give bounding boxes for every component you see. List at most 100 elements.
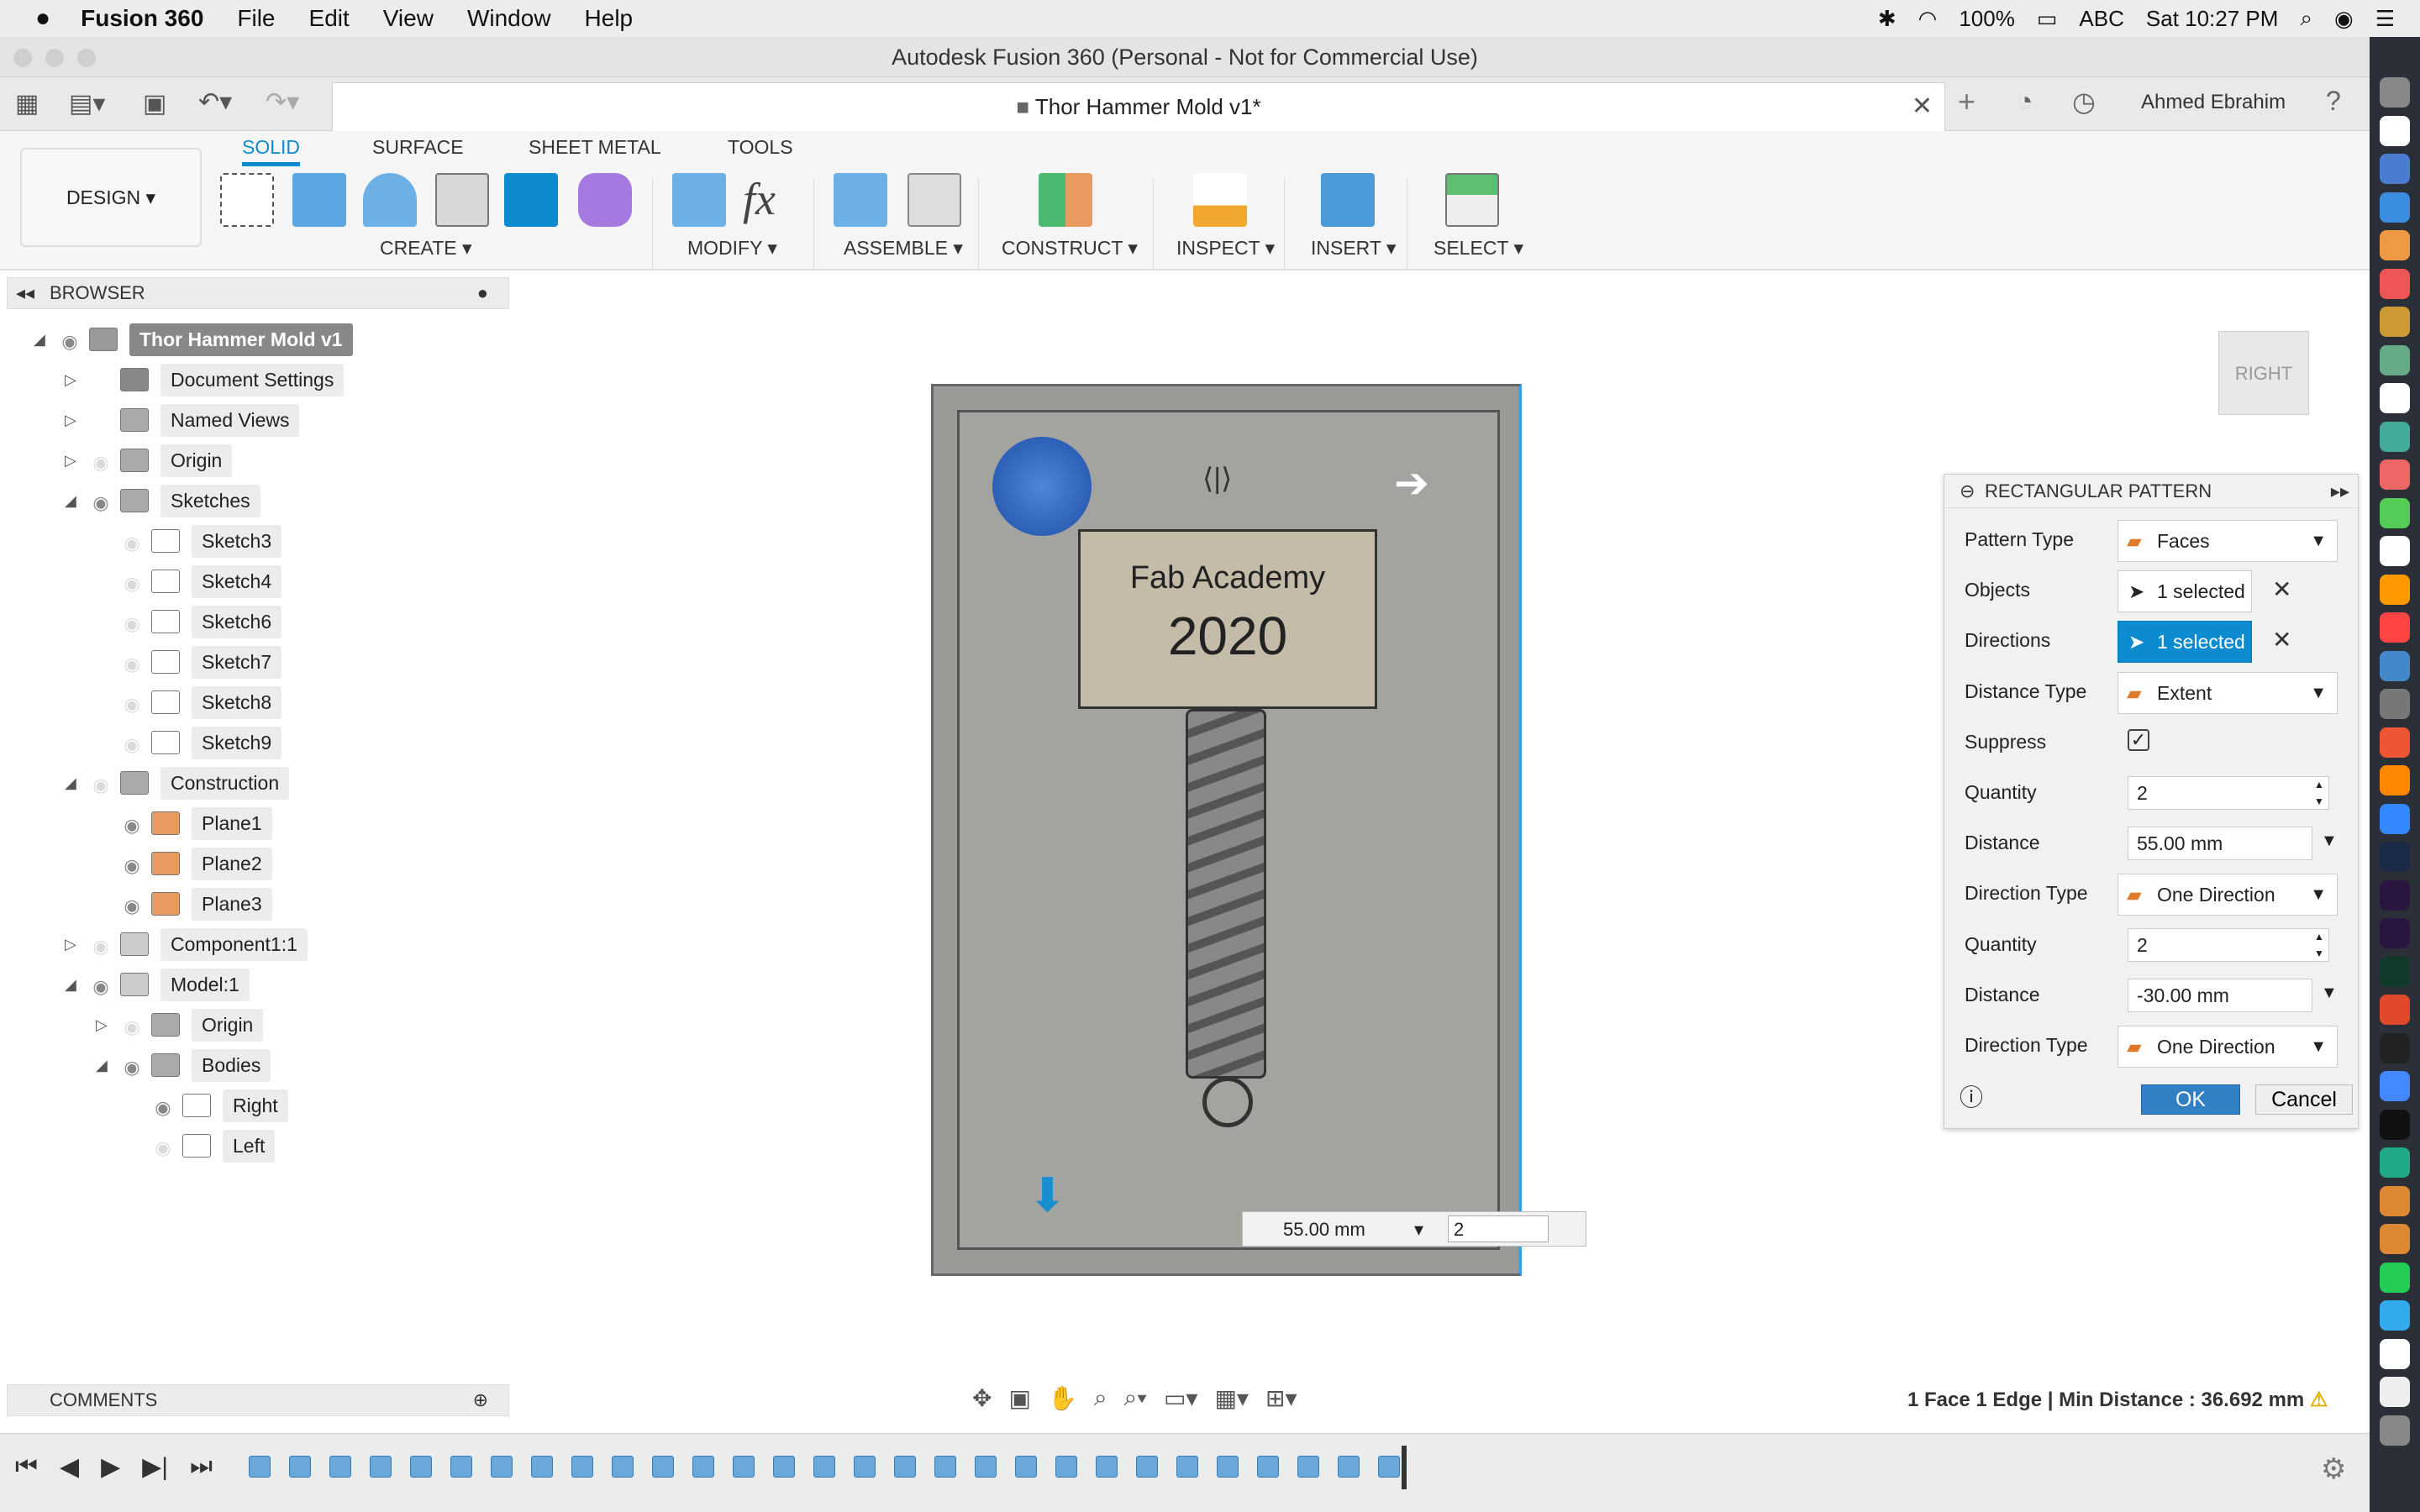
visibility-eye-icon[interactable]: ◉ <box>119 613 145 634</box>
menu-window[interactable]: Window <box>467 5 551 32</box>
visibility-eye-icon[interactable]: ◉ <box>119 694 145 715</box>
visibility-eye-icon[interactable]: ◉ <box>88 492 113 513</box>
dock-app-icon[interactable] <box>2380 1300 2410 1331</box>
expand-toggle-icon[interactable]: ▷ <box>65 936 82 953</box>
dock-app-icon[interactable] <box>2380 727 2410 758</box>
timeline-feature-icon[interactable] <box>894 1456 916 1478</box>
dock-app-icon[interactable] <box>2380 1032 2410 1063</box>
menu-help[interactable]: Help <box>585 5 634 32</box>
dock-app-icon[interactable] <box>2380 1147 2410 1178</box>
group-select[interactable]: SELECT ▾ <box>1434 237 1523 260</box>
browser-item[interactable]: ◉ Right <box>127 1089 288 1122</box>
file-menu-icon[interactable]: ▤▾ <box>69 89 105 118</box>
timeline-feature-icon[interactable] <box>1257 1456 1279 1478</box>
visibility-eye-icon[interactable]: ◉ <box>119 1016 145 1037</box>
dock-app-icon[interactable] <box>2380 497 2410 528</box>
timeline-feature-icon[interactable] <box>1378 1456 1400 1478</box>
step-forward-icon[interactable]: ▶| <box>142 1452 168 1482</box>
dock-app-icon[interactable] <box>2380 459 2410 490</box>
dock-app-icon[interactable] <box>2380 1185 2410 1216</box>
visibility-eye-icon[interactable]: ◉ <box>119 815 145 836</box>
timeline-feature-icon[interactable] <box>1338 1456 1360 1478</box>
revolve-icon[interactable] <box>363 173 417 227</box>
new-tab-icon[interactable]: + <box>1958 84 1975 119</box>
dock-app-icon[interactable] <box>2380 918 2410 948</box>
expand-toggle-icon[interactable]: ◢ <box>65 976 82 994</box>
bluetooth-icon[interactable]: ✱ <box>1878 6 1897 32</box>
dock-app-icon[interactable] <box>2380 1338 2410 1369</box>
minimize-window-button[interactable] <box>45 49 64 67</box>
dock-app-icon[interactable] <box>2380 1262 2410 1293</box>
save-icon[interactable]: ▣ <box>143 89 166 118</box>
field-dropdown[interactable]: ▰ One Direction ▼ <box>2118 874 2338 916</box>
visibility-eye-icon[interactable]: ◉ <box>88 774 113 795</box>
browser-item[interactable]: ◉ Sketch9 <box>96 726 282 759</box>
dock-app-icon[interactable] <box>2380 307 2410 337</box>
cancel-button[interactable]: Cancel <box>2255 1084 2353 1115</box>
offset-plane-icon[interactable] <box>1039 173 1092 227</box>
group-create[interactable]: CREATE ▾ <box>380 237 472 260</box>
visibility-eye-icon[interactable]: ◉ <box>88 976 113 997</box>
info-icon[interactable]: ⓘ <box>1960 1079 1983 1113</box>
tab-solid[interactable]: SOLID <box>242 136 301 166</box>
selection-field[interactable]: ➤ 1 selected <box>2118 621 2252 664</box>
dock-app-icon[interactable] <box>2380 1415 2410 1446</box>
clear-selection-icon[interactable]: ✕ <box>2272 575 2291 603</box>
apps-grid-icon[interactable]: ▦ <box>15 89 39 118</box>
timeline-feature-icon[interactable] <box>692 1456 714 1478</box>
field-dropdown[interactable]: ▰ Extent ▼ <box>2118 671 2338 714</box>
visibility-eye-icon[interactable]: ◉ <box>119 895 145 916</box>
ok-button[interactable]: OK <box>2141 1084 2240 1115</box>
visibility-eye-icon[interactable]: ◉ <box>150 1137 176 1158</box>
spinner-arrows-icon[interactable]: ▲ ▼ <box>2314 928 2324 962</box>
dock-app-icon[interactable] <box>2380 765 2410 795</box>
expand-toggle-icon[interactable]: ◢ <box>65 492 82 510</box>
tab-sheet-metal[interactable]: SHEET METAL <box>529 136 661 159</box>
joint-icon[interactable] <box>908 173 961 227</box>
dock-app-icon[interactable] <box>2380 689 2410 719</box>
group-modify[interactable]: MODIFY ▾ <box>687 237 777 260</box>
quantity-input[interactable]: 2 <box>2128 776 2329 810</box>
siri-icon[interactable]: ◉ <box>2334 6 2354 32</box>
press-pull-icon[interactable] <box>672 173 726 227</box>
pan-icon[interactable]: ✋ <box>1048 1384 1077 1415</box>
redo-icon[interactable]: ↷▾ <box>266 87 299 117</box>
document-tab[interactable]: ■ Thor Hammer Mold v1* ✕ <box>332 82 1945 131</box>
browser-item[interactable]: ◉ Sketch6 <box>96 605 282 638</box>
browser-item[interactable]: ◢ ◉ Construction <box>65 766 290 800</box>
timeline-feature-icon[interactable] <box>733 1456 755 1478</box>
browser-item[interactable]: ◉ Sketch4 <box>96 564 282 598</box>
browser-item[interactable]: ◉ Plane2 <box>96 847 272 880</box>
warning-icon[interactable]: ⚠ <box>2310 1389 2328 1411</box>
insert-image-icon[interactable] <box>1321 173 1375 227</box>
browser-item[interactable]: ▷ Document Settings <box>65 363 345 396</box>
visibility-eye-icon[interactable]: ◉ <box>119 1057 145 1078</box>
browser-item[interactable]: ▷ Named Views <box>65 403 300 437</box>
timeline-feature-icon[interactable] <box>329 1456 351 1478</box>
close-window-button[interactable] <box>13 49 32 67</box>
dock-app-icon[interactable] <box>2380 536 2410 566</box>
timeline-feature-icon[interactable] <box>854 1456 876 1478</box>
workspace-switcher[interactable]: DESIGN ▾ <box>20 148 202 247</box>
viewports-icon[interactable]: ⊞▾ <box>1265 1384 1297 1415</box>
grid-icon[interactable]: ▦▾ <box>1214 1384 1249 1415</box>
distance-input[interactable]: -30.00 mm <box>2128 978 2312 1012</box>
browser-item[interactable]: ◉ Sketch7 <box>96 645 282 679</box>
dialog-expand-icon[interactable]: ▸▸ <box>2331 475 2349 508</box>
hud-distance-dropdown-icon[interactable]: ▾ <box>1414 1219 1423 1241</box>
browser-item[interactable]: ◢ ◉ Bodies <box>96 1048 271 1082</box>
expand-toggle-icon[interactable]: ◢ <box>34 331 50 349</box>
dock-app-icon[interactable] <box>2380 268 2410 299</box>
extrude-icon[interactable] <box>292 173 346 227</box>
fit-icon[interactable]: ⌕▾ <box>1124 1384 1147 1415</box>
look-at-icon[interactable]: ▣ <box>1008 1384 1030 1415</box>
zoom-icon[interactable]: ⌕ <box>1094 1384 1107 1415</box>
dock-app-icon[interactable] <box>2380 192 2410 223</box>
dock-app-icon[interactable] <box>2380 115 2410 146</box>
zoom-window-button[interactable] <box>77 49 96 67</box>
visibility-eye-icon[interactable]: ◉ <box>119 533 145 554</box>
orbit-icon[interactable]: ✥ <box>972 1384 992 1415</box>
timeline-feature-icon[interactable] <box>1096 1456 1118 1478</box>
browser-item[interactable]: ◉ Plane1 <box>96 806 272 840</box>
clock[interactable]: Sat 10:27 PM <box>2146 6 2279 32</box>
